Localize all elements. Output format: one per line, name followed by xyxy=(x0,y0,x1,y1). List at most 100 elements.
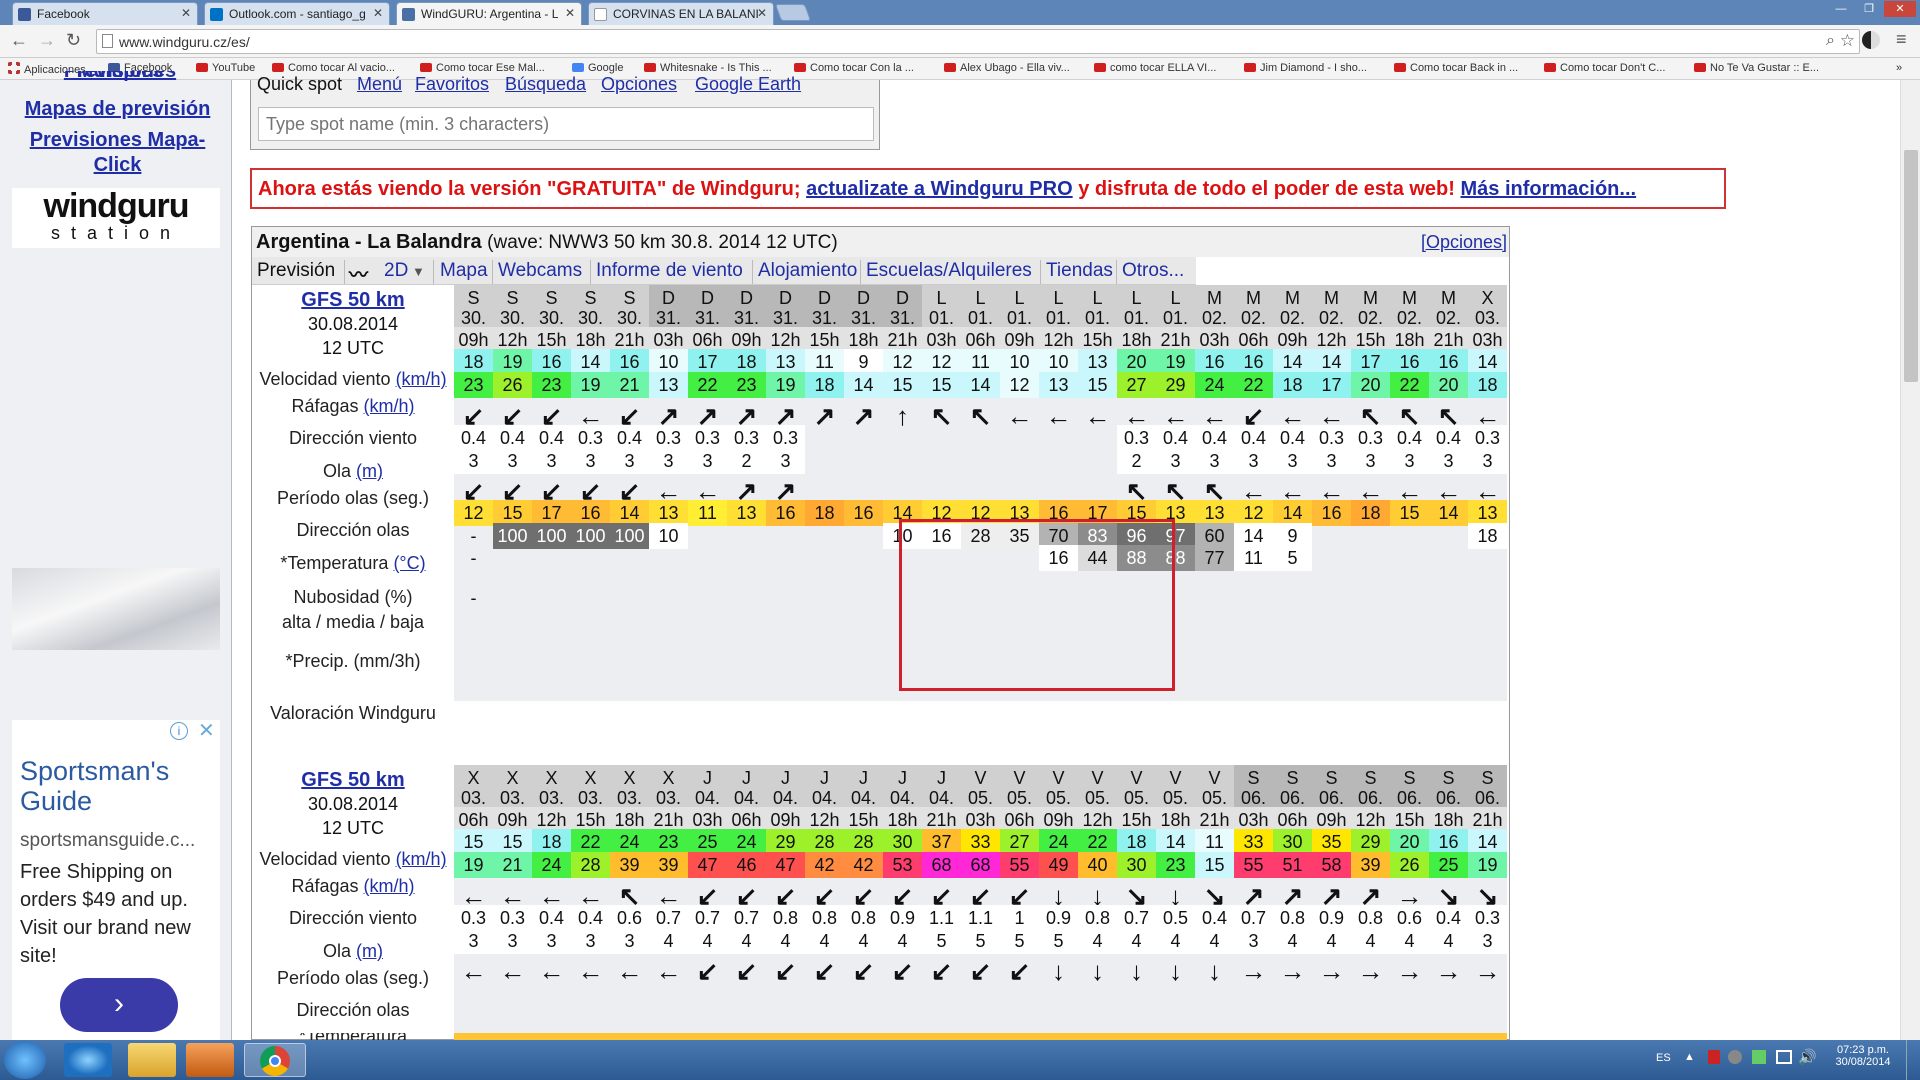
wave-period-cell: 3 xyxy=(454,448,493,474)
multiple-forecasts-link[interactable]: Previsiones Múltiples xyxy=(20,71,220,84)
wave-direction-arrow-icon: ↓ xyxy=(1052,956,1065,986)
bookmark-item[interactable]: Como tocar Con la ... xyxy=(794,62,914,74)
upgrade-pro-link[interactable]: actualizate a Windguru PRO xyxy=(806,178,1073,200)
spot-search-input[interactable] xyxy=(258,107,874,141)
close-tab-icon[interactable]: ✕ xyxy=(373,6,383,20)
tab-wind-report[interactable]: Informe de viento xyxy=(596,260,743,282)
close-window-button[interactable]: ✕ xyxy=(1884,1,1916,17)
wind-direction-arrow-icon: ↗ xyxy=(852,401,875,431)
tab-lodging[interactable]: Alojamiento xyxy=(758,260,857,282)
bookmark-google[interactable]: Google xyxy=(572,62,623,74)
security-icon[interactable] xyxy=(1708,1050,1720,1064)
wave-direction-arrow-icon: ↙ xyxy=(930,956,953,986)
maximize-button[interactable]: ❐ xyxy=(1856,1,1882,17)
volume-icon[interactable]: 🔊 xyxy=(1798,1048,1817,1066)
wave-period-cell: 3 xyxy=(649,448,688,474)
star-icon[interactable]: ☆ xyxy=(1840,31,1855,51)
more-info-link[interactable]: Más información... xyxy=(1460,178,1636,200)
bookmark-item[interactable]: Como tocar Ese Mal... xyxy=(420,62,545,74)
quick-spot-panel: Quick spot Menú Favoritos Búsqueda Opcio… xyxy=(250,74,880,150)
model-link[interactable]: GFS 50 km xyxy=(301,769,404,791)
network-icon[interactable] xyxy=(1776,1050,1792,1064)
show-hidden-icons-icon[interactable]: ▲ xyxy=(1684,1051,1695,1063)
address-bar[interactable]: www.windguru.cz/es/ ⌕ ☆ xyxy=(96,29,1860,54)
gust-cell: 28 xyxy=(571,852,610,878)
scrollbar-thumb[interactable] xyxy=(1904,150,1918,382)
ad-title[interactable]: Sportsman's Guide xyxy=(20,756,220,816)
bookmark-item[interactable]: No Te Va Gustar :: E... xyxy=(1694,62,1819,74)
wave-period-cell: 3 xyxy=(1429,448,1468,474)
bookmark-item[interactable]: Jim Diamond - I sho... xyxy=(1244,62,1367,74)
chrome-taskbar-button[interactable] xyxy=(244,1043,306,1077)
more-bookmarks-icon[interactable]: » xyxy=(1896,62,1902,74)
gust-cell: 19 xyxy=(571,372,610,398)
media-player-icon[interactable] xyxy=(186,1043,234,1077)
options-link[interactable]: [Opciones] xyxy=(1421,232,1507,253)
tab-schools[interactable]: Escuelas/Alquileres xyxy=(866,260,1032,282)
ad-close-icon[interactable]: ✕ xyxy=(198,721,215,741)
graph-icon[interactable]: 〰 xyxy=(349,260,368,287)
gust-cell: 30 xyxy=(1117,852,1156,878)
bookmark-item[interactable]: Como tocar Al vacio... xyxy=(272,62,395,74)
tab-search[interactable]: Búsqueda xyxy=(505,74,586,95)
precipitation-cell: - xyxy=(470,588,477,608)
show-desktop-button[interactable] xyxy=(1906,1040,1920,1080)
ad-info-icon[interactable]: i xyxy=(170,722,188,740)
advertisement[interactable]: i ✕ Sportsman's Guide sportsmansguide.c.… xyxy=(12,720,220,1060)
reload-icon[interactable]: ↻ xyxy=(66,30,81,51)
chevron-down-icon[interactable]: ▼ xyxy=(412,264,425,279)
wave-period-cell: 4 xyxy=(766,928,805,954)
forecast-maps-link[interactable]: Mapas de previsión xyxy=(10,98,225,121)
tray-app-icon[interactable] xyxy=(1728,1050,1742,1064)
forward-icon[interactable]: → xyxy=(38,30,56,51)
tab-corvinas[interactable]: CORVINAS EN LA BALANI ✕ xyxy=(588,2,774,25)
tab-windguru[interactable]: WindGURU: Argentina - L ✕ xyxy=(396,2,582,25)
tab-menu[interactable]: Menú xyxy=(357,74,402,95)
wave-period-cell: 5 xyxy=(961,928,1000,954)
gust-cell: 19 xyxy=(454,852,493,878)
windguru-station-logo[interactable]: windguru station xyxy=(12,188,220,248)
map-click-link[interactable]: Previsiones Mapa- Click xyxy=(10,128,225,178)
page-scrollbar[interactable] xyxy=(1900,80,1920,1040)
bookmark-item[interactable]: Como tocar Back in ... xyxy=(1394,62,1518,74)
tab-options[interactable]: Opciones xyxy=(601,74,677,95)
bookmark-item[interactable]: como tocar ELLA VI... xyxy=(1094,62,1216,74)
tab-shops[interactable]: Tiendas xyxy=(1046,260,1113,282)
tab-2d[interactable]: 2D xyxy=(384,260,408,282)
bookmark-item[interactable]: Whitesnake - Is This ... xyxy=(644,62,772,74)
tab-forecast[interactable]: Previsión xyxy=(257,260,335,282)
tab-others[interactable]: Otros... xyxy=(1122,260,1184,282)
close-tab-icon[interactable]: ✕ xyxy=(757,6,767,20)
minimize-button[interactable]: — xyxy=(1828,1,1854,17)
ad-go-button[interactable]: › xyxy=(60,978,178,1032)
bookmark-item[interactable]: Como tocar Don't C... xyxy=(1544,62,1665,74)
ad-url[interactable]: sportsmansguide.c... xyxy=(20,830,195,852)
ie-icon[interactable] xyxy=(64,1043,112,1077)
menu-icon[interactable]: ≡ xyxy=(1896,29,1907,50)
tab-quick-spot[interactable]: Quick spot xyxy=(257,74,342,95)
tab-outlook[interactable]: Outlook.com - santiago_g ✕ xyxy=(204,2,390,25)
start-button[interactable] xyxy=(4,1041,46,1079)
tab-map[interactable]: Mapa xyxy=(440,260,488,282)
tab-facebook[interactable]: Facebook ✕ xyxy=(12,2,198,25)
tray-app-icon[interactable] xyxy=(1752,1050,1766,1064)
tab-favorites[interactable]: Favoritos xyxy=(415,74,489,95)
back-icon[interactable]: ← xyxy=(10,30,28,51)
bookmark-item[interactable]: Alex Ubago - Ella viv... xyxy=(944,62,1070,74)
folder-icon[interactable] xyxy=(128,1043,176,1077)
wave-direction-arrow-icon: → xyxy=(1474,956,1501,986)
new-tab-button[interactable] xyxy=(774,4,812,21)
close-tab-icon[interactable]: ✕ xyxy=(565,6,575,20)
tab-webcams[interactable]: Webcams xyxy=(498,260,582,282)
gust-cell: 26 xyxy=(1390,852,1429,878)
tab-google-earth[interactable]: Google Earth xyxy=(695,74,801,95)
clock[interactable]: 07:23 p.m. 30/08/2014 xyxy=(1830,1044,1896,1068)
extension-icon[interactable] xyxy=(1862,31,1880,49)
model-link[interactable]: GFS 50 km xyxy=(301,289,404,311)
language-indicator[interactable]: ES xyxy=(1656,1052,1671,1064)
close-tab-icon[interactable]: ✕ xyxy=(181,6,191,20)
url-text: www.windguru.cz/es/ xyxy=(119,34,250,50)
search-icon[interactable]: ⌕ xyxy=(1826,32,1835,50)
wind-direction-arrow-icon: ↖ xyxy=(969,401,992,431)
gust-cell: 39 xyxy=(649,852,688,878)
